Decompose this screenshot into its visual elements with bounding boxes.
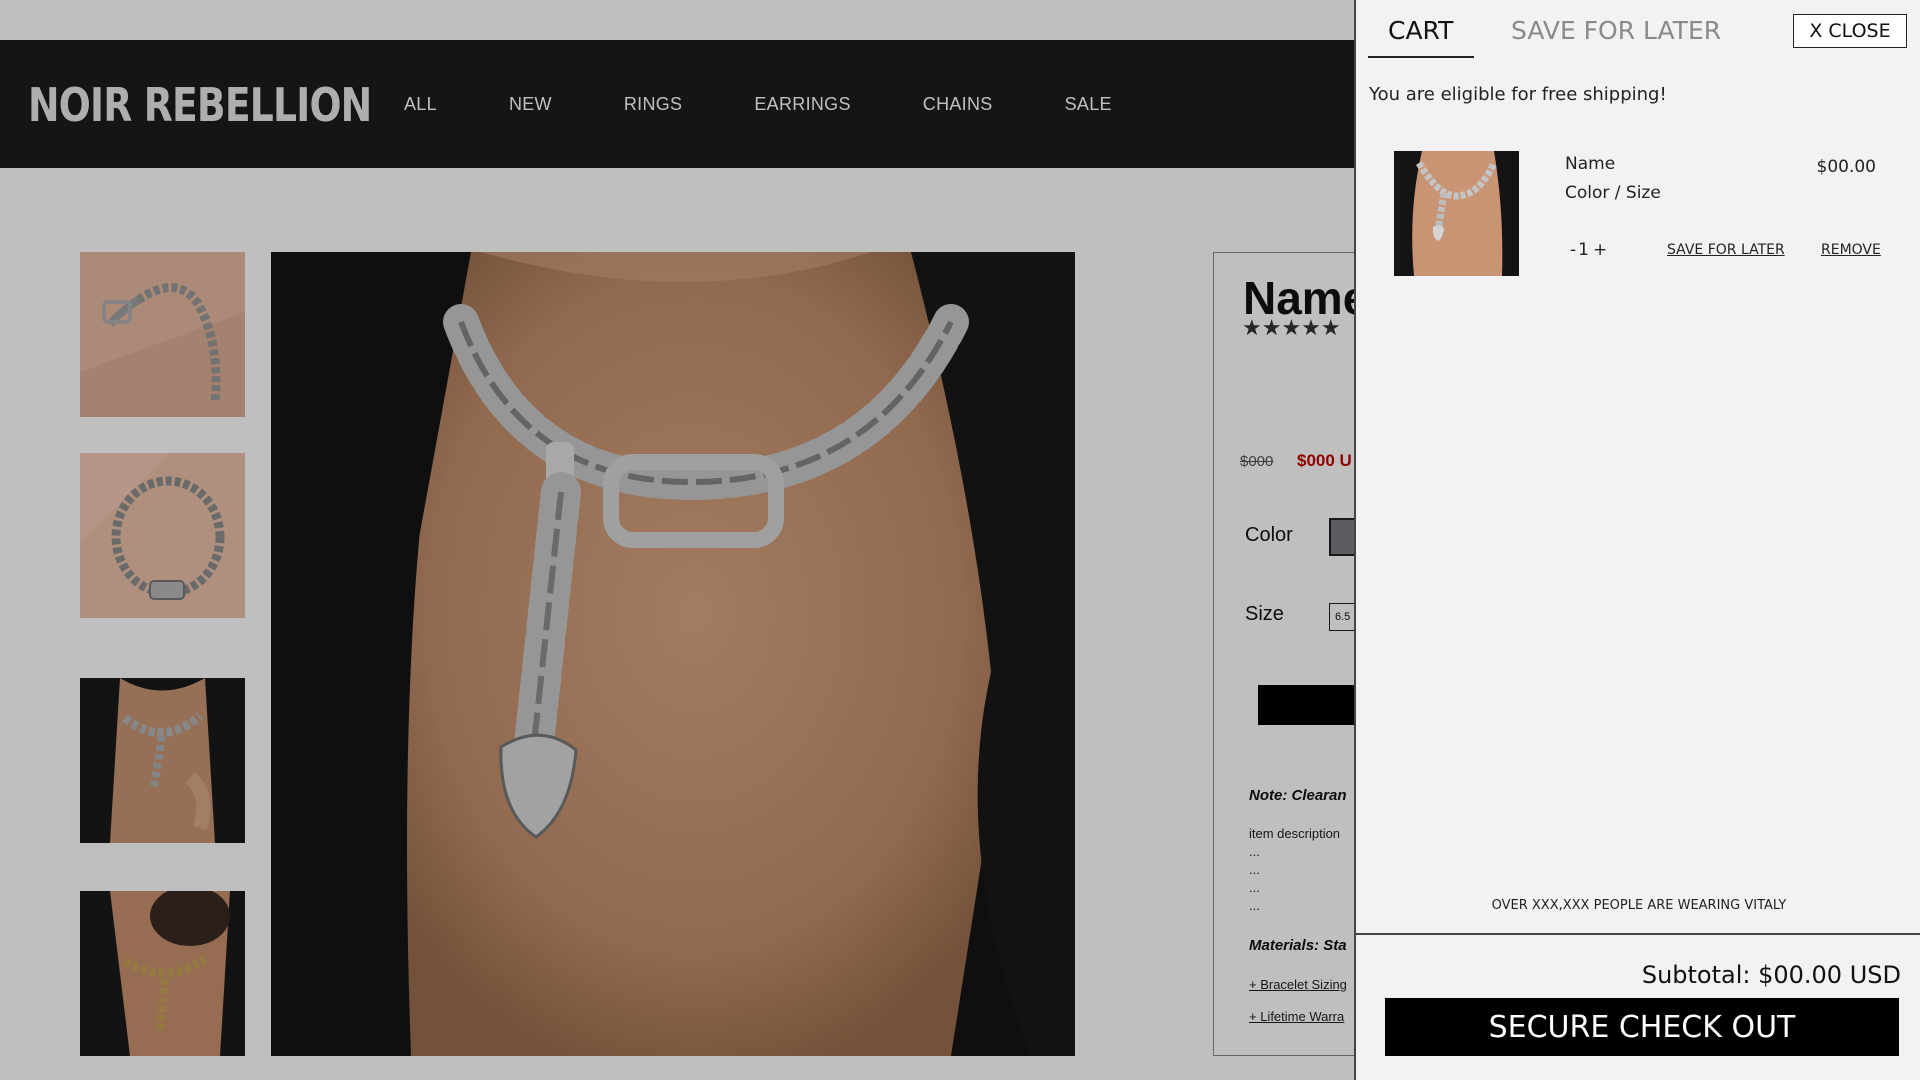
qty-decrease-button[interactable]: - <box>1570 240 1576 260</box>
qty-value: 1 <box>1578 240 1589 260</box>
close-cart-button[interactable]: X CLOSE <box>1793 14 1907 48</box>
tab-save-for-later[interactable]: SAVE FOR LATER <box>1511 16 1721 45</box>
secure-checkout-button[interactable]: SECURE CHECK OUT <box>1385 998 1899 1056</box>
cart-item-price: $00.00 <box>1816 157 1876 177</box>
quantity-stepper: - 1 + <box>1570 240 1607 260</box>
cart-footer: Subtotal: $00.00 USD SECURE CHECK OUT <box>1356 933 1920 1080</box>
cart-drawer: CART SAVE FOR LATER X CLOSE You are elig… <box>1354 0 1920 1080</box>
necklace-worn-silver-image <box>1394 151 1519 276</box>
social-proof-banner: OVER XXX,XXX PEOPLE ARE WEARING VITALY <box>1491 898 1787 913</box>
cart-item-image[interactable] <box>1394 151 1519 276</box>
free-shipping-message: You are eligible for free shipping! <box>1369 84 1667 105</box>
cart-subtotal: Subtotal: $00.00 USD <box>1641 961 1901 989</box>
tab-cart[interactable]: CART <box>1388 16 1453 45</box>
qty-increase-button[interactable]: + <box>1593 240 1607 260</box>
cart-item-name[interactable]: Name <box>1565 154 1615 174</box>
cart-item-variant: Color / Size <box>1565 183 1661 203</box>
remove-item-link[interactable]: REMOVE <box>1821 242 1881 258</box>
save-for-later-link[interactable]: SAVE FOR LATER <box>1667 242 1785 258</box>
active-tab-underline <box>1368 56 1474 58</box>
